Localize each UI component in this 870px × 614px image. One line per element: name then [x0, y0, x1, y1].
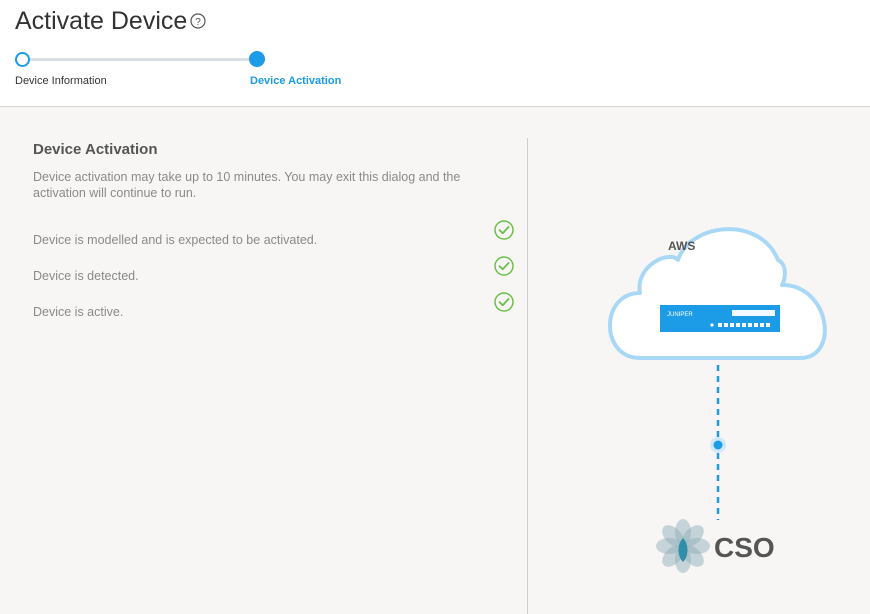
status-text-detected: Device is detected.	[33, 269, 139, 283]
check-circle-icon	[494, 292, 514, 312]
step-indicator-device-activation[interactable]	[249, 51, 265, 67]
step-label-device-information[interactable]: Device Information	[15, 75, 107, 87]
cso-label: CSO	[714, 532, 775, 563]
check-circle-icon	[494, 256, 514, 276]
panel-divider	[527, 138, 528, 614]
help-icon[interactable]: ?	[190, 13, 206, 29]
step-label-device-activation[interactable]: Device Activation	[250, 75, 341, 87]
stepper-track	[29, 58, 251, 61]
cso-logo-icon	[656, 519, 710, 573]
juniper-device-icon: JUNIPER	[660, 305, 780, 332]
status-text-active: Device is active.	[33, 305, 124, 319]
section-title: Device Activation	[33, 141, 158, 158]
svg-text:?: ?	[195, 17, 201, 28]
device-brand-text: JUNIPER	[667, 312, 693, 318]
cloud-icon	[608, 227, 827, 360]
connection-node	[713, 440, 723, 450]
dialog-header: Activate Device ? Device Information Dev…	[0, 0, 870, 107]
section-description: Device activation may take up to 10 minu…	[33, 170, 461, 200]
status-text-modelled: Device is modelled and is expected to be…	[33, 233, 318, 247]
check-circle-icon	[494, 220, 514, 240]
step-indicator-device-information[interactable]	[15, 52, 30, 67]
cloud-label: AWS	[668, 239, 696, 253]
page-title: Activate Device	[15, 7, 188, 35]
network-diagram: JUNIPER	[608, 227, 827, 573]
